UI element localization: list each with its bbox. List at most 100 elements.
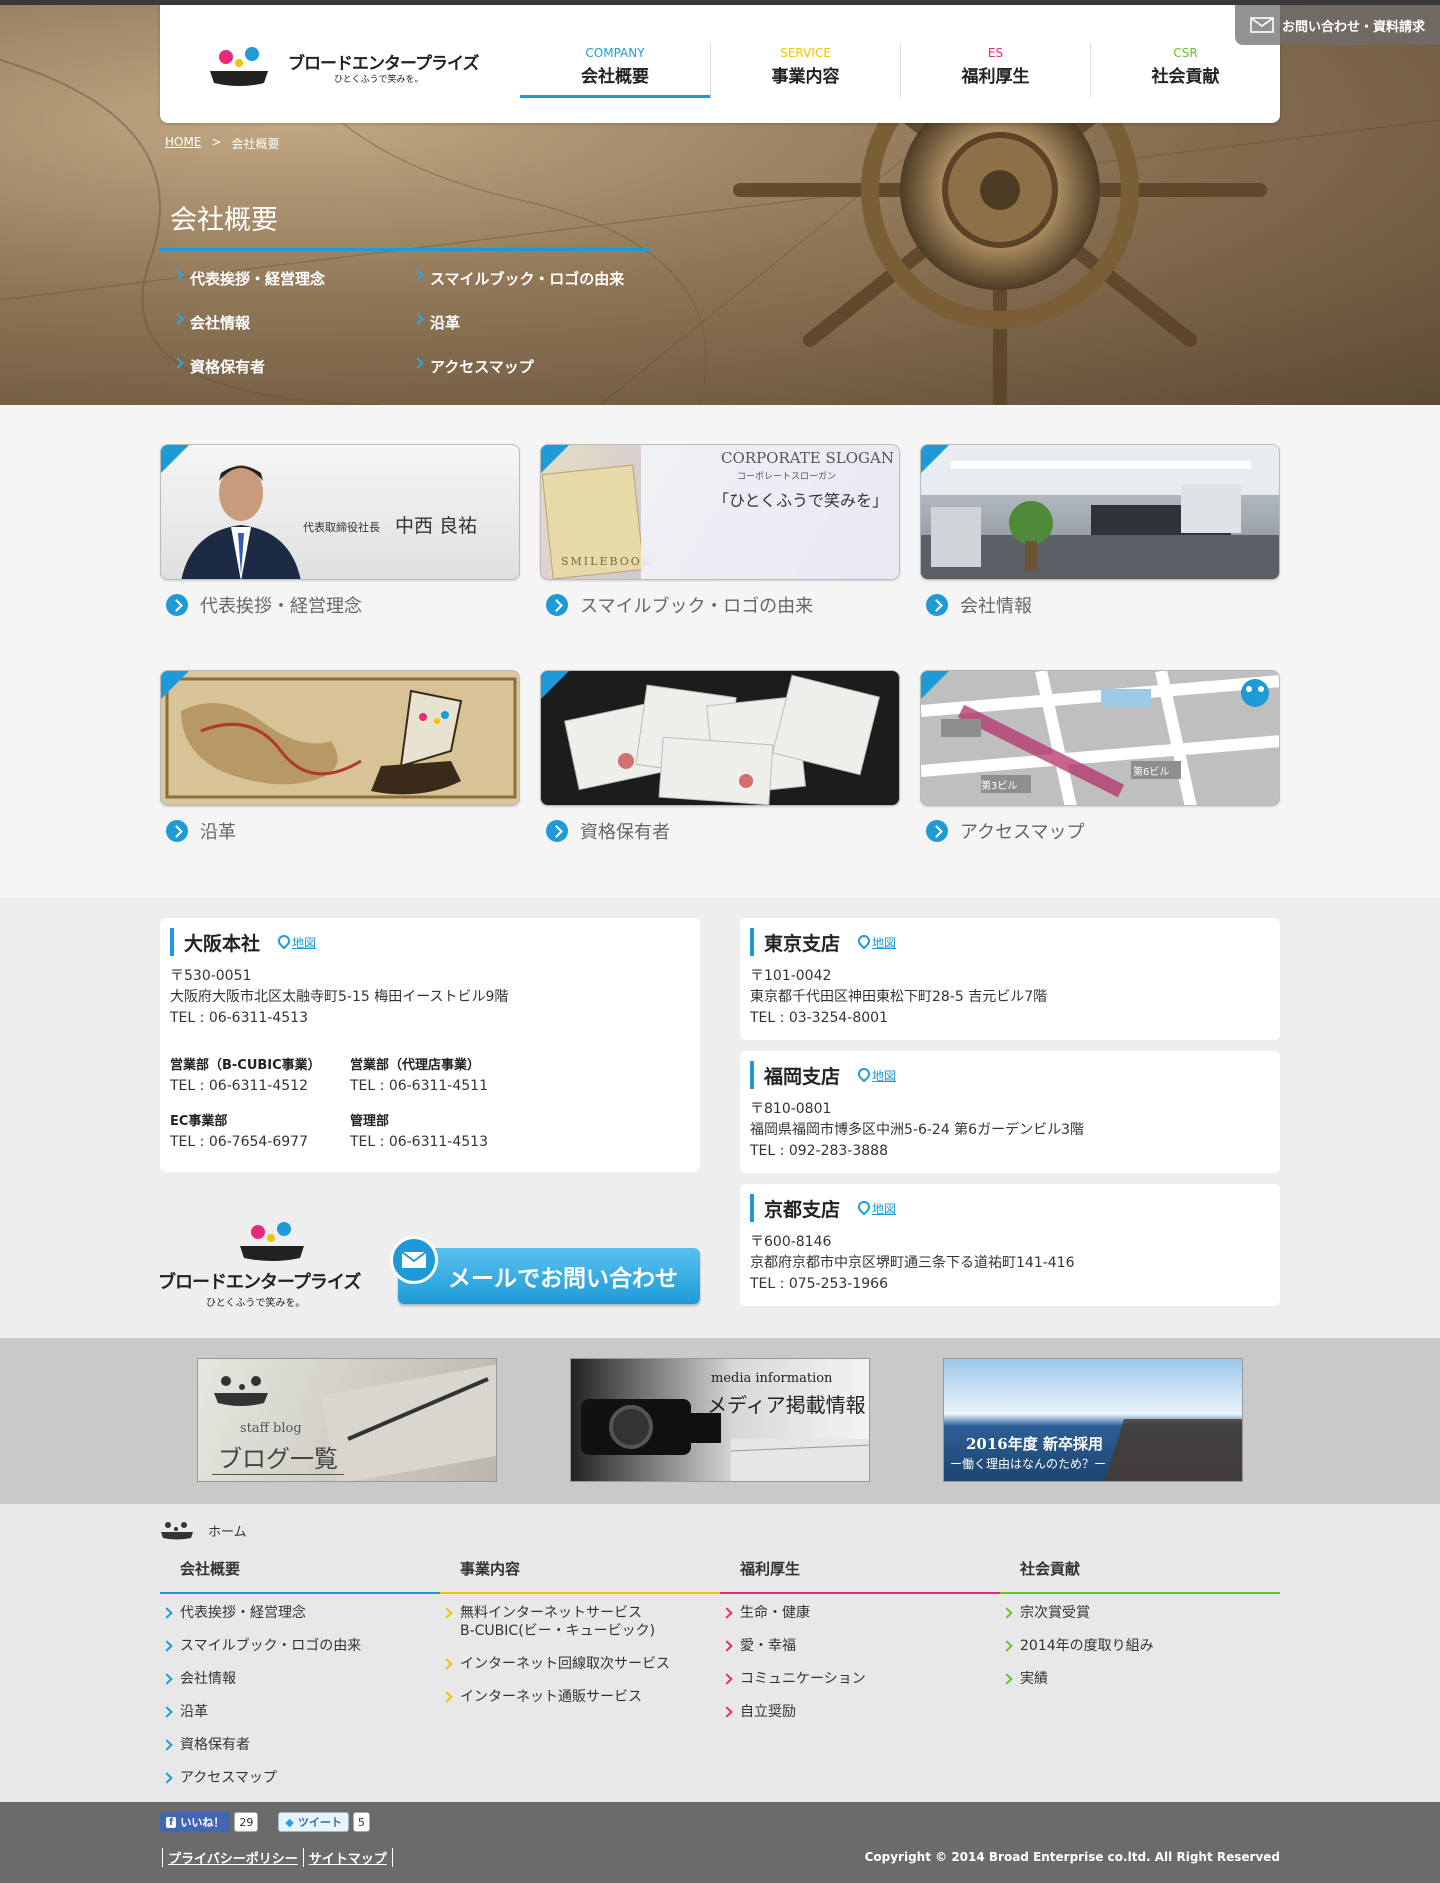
- tile-smilebook-image: SMILEBOOK CORPORATE SLOGAN コーポレートスローガン 「…: [540, 444, 900, 580]
- office-tokyo-body: 〒101-0042 東京都千代田区神田東松下町28-5 吉元ビル7階 TEL :…: [750, 966, 1270, 1029]
- tile-qualified-label[interactable]: 資格保有者: [546, 818, 670, 844]
- dept-name: 管理部: [350, 1114, 390, 1129]
- footer-col-service-head[interactable]: 事業内容: [440, 1558, 720, 1594]
- footer-col-es-head[interactable]: 福利厚生: [720, 1558, 1000, 1594]
- office-tokyo-map-link[interactable]: 地図: [858, 934, 896, 951]
- tile-smilebook[interactable]: SMILEBOOK CORPORATE SLOGAN コーポレートスローガン 「…: [540, 444, 900, 617]
- footer-home-link[interactable]: ホーム: [160, 1520, 247, 1540]
- tile-access[interactable]: 第3ビル 第6ビル アクセスマップ: [920, 670, 1280, 843]
- footer-link[interactable]: インターネット回線取次サービス: [440, 1655, 720, 1673]
- envelope-icon: [1250, 17, 1274, 33]
- contact-request-label: お問い合わせ・資料請求: [1281, 19, 1425, 35]
- tile-history-label[interactable]: 沿革: [166, 818, 236, 844]
- arrow-right-icon: [926, 820, 948, 842]
- tile-smilebook-label[interactable]: スマイルブック・ロゴの由来: [546, 592, 813, 618]
- tile-qualified-text: 資格保有者: [580, 822, 670, 843]
- tile-greeting-label[interactable]: 代表挨拶・経営理念: [166, 592, 362, 618]
- footer-link[interactable]: アクセスマップ: [160, 1769, 440, 1787]
- main-nav: COMPANY 会社概要 SERVICE 事業内容 ES 福利厚生 CSR 社会…: [520, 43, 1280, 98]
- ceo-name: 中西 良祐: [395, 515, 478, 537]
- nav-company[interactable]: COMPANY 会社概要: [520, 43, 710, 98]
- banner-recruit[interactable]: 2016年度 新卒採用 ー働く理由はなんのため？ー: [943, 1358, 1243, 1482]
- contact-request-button[interactable]: お問い合わせ・資料請求: [1235, 5, 1440, 45]
- nav-csr[interactable]: CSR 社会貢献: [1090, 43, 1280, 98]
- dept-item: EC事業部 TEL : 06-7654-6977: [170, 1111, 350, 1153]
- tile-access-image: 第3ビル 第6ビル: [920, 670, 1280, 806]
- footer-link[interactable]: 愛・幸福: [720, 1637, 1000, 1655]
- slogan-heading-jp: コーポレートスローガン: [737, 472, 837, 482]
- site-logo[interactable]: ブロードエンタープライズ ひとくふうで笑みを。: [204, 43, 504, 93]
- footer-col-csr-head[interactable]: 社会貢献: [1000, 1558, 1280, 1594]
- tile-history[interactable]: 沿革: [160, 670, 520, 843]
- mail-contact-label: メールでお問い合わせ: [448, 1266, 678, 1292]
- office-fukuoka-map-link[interactable]: 地図: [858, 1067, 896, 1084]
- footer-logo[interactable]: ブロードエンタープライズ ひとくふうで笑みを。: [158, 1218, 368, 1310]
- footer-link[interactable]: 自立奨励: [720, 1703, 1000, 1721]
- office-osaka-header: 大阪本社 地図: [170, 928, 690, 956]
- dept-tel: TEL : 06-6311-4512: [170, 1078, 308, 1094]
- slogan-heading: CORPORATE SLOGAN: [721, 449, 894, 467]
- footer-link[interactable]: インターネット通販サービス: [440, 1688, 720, 1706]
- office-osaka-address: 大阪府大阪市北区太融寺町5-15 梅田イーストビル9階: [170, 989, 509, 1005]
- tile-qualified[interactable]: 資格保有者: [540, 670, 900, 843]
- footer-col-company-head[interactable]: 会社概要: [160, 1558, 440, 1594]
- footer-link[interactable]: コミュニケーション: [720, 1670, 1000, 1688]
- office-tokyo-name: 東京支店: [764, 932, 841, 955]
- tile-history-text: 沿革: [200, 822, 236, 843]
- tweet-count: 5: [352, 1812, 370, 1832]
- recruit-banner-sub: ー働く理由はなんのため？ー: [950, 1457, 1107, 1471]
- dept-tel: TEL : 06-7654-6977: [170, 1134, 308, 1150]
- tile-company-info-label[interactable]: 会社情報: [926, 592, 1032, 618]
- subnav-smilebook[interactable]: スマイルブック・ロゴの由来: [412, 268, 624, 289]
- footer-link[interactable]: 宗次賞受賞: [1000, 1604, 1280, 1622]
- tile-corner: [921, 445, 949, 473]
- footer-link[interactable]: 会社情報: [160, 1670, 440, 1688]
- subnav-history[interactable]: 沿革: [412, 312, 460, 333]
- logo-wordmark: ブロードエンタープライズ: [288, 54, 479, 74]
- dept-item: 営業部（B-CUBIC事業） TEL : 06-6311-4512: [170, 1055, 350, 1097]
- office-photo: [921, 445, 1279, 579]
- tweet-label: ツイート: [297, 1816, 342, 1829]
- footer-link[interactable]: 生命・健康: [720, 1604, 1000, 1622]
- privacy-policy-link[interactable]: プライバシーポリシー: [162, 1848, 303, 1867]
- footer-link[interactable]: 沿革: [160, 1703, 440, 1721]
- footer-link[interactable]: 資格保有者: [160, 1736, 440, 1754]
- footer-link[interactable]: スマイルブック・ロゴの由来: [160, 1637, 440, 1655]
- footer-link[interactable]: 無料インターネットサービス B-CUBIC(ビー・キュービック): [440, 1604, 720, 1640]
- tile-access-label[interactable]: アクセスマップ: [926, 818, 1085, 844]
- tweet-button[interactable]: ◆ ツイート: [278, 1812, 349, 1832]
- subnav-access[interactable]: アクセスマップ: [412, 356, 534, 377]
- subnav-company-info[interactable]: 会社情報: [172, 312, 250, 333]
- subnav-qualified[interactable]: 資格保有者: [172, 356, 265, 377]
- nav-service[interactable]: SERVICE 事業内容: [710, 43, 900, 98]
- tile-company-info[interactable]: 会社情報: [920, 444, 1280, 617]
- logo-small-icon: [161, 1522, 193, 1540]
- office-osaka-departments: 営業部（B-CUBIC事業） TEL : 06-6311-4512 営業部（代理店…: [170, 1055, 690, 1153]
- office-kyoto-map-link[interactable]: 地図: [858, 1200, 896, 1217]
- office-fukuoka-address: 福岡県福岡市博多区中洲5-6-24 第6ガーデンビル3階: [750, 1122, 1084, 1138]
- arrow-right-icon: [546, 594, 568, 616]
- office-osaka-name: 大阪本社: [184, 932, 261, 955]
- footer-link[interactable]: 2014年の度取り組み: [1000, 1637, 1280, 1655]
- tile-company-info-image: [920, 444, 1280, 580]
- nav-es[interactable]: ES 福利厚生: [900, 43, 1090, 98]
- office-osaka-map-link[interactable]: 地図: [278, 934, 316, 951]
- breadcrumb-home[interactable]: HOME: [165, 135, 201, 152]
- nav-es-label: 福利厚生: [961, 67, 1030, 87]
- footer-link[interactable]: 代表挨拶・経営理念: [160, 1604, 440, 1622]
- nav-company-en: COMPANY: [585, 46, 645, 60]
- footer-link[interactable]: 実績: [1000, 1670, 1280, 1688]
- banner-media[interactable]: media information メディア掲載情報: [570, 1358, 870, 1482]
- banner-blog[interactable]: staff blog ブログ一覧: [197, 1358, 497, 1482]
- mail-contact-button[interactable]: メールでお問い合わせ: [398, 1248, 700, 1304]
- tile-history-image: [160, 670, 520, 806]
- recruit-banner-title: 2016年度 新卒採用: [966, 1435, 1103, 1453]
- facebook-icon: f: [166, 1816, 177, 1828]
- sitemap-link[interactable]: サイトマップ: [302, 1848, 393, 1867]
- tile-greeting[interactable]: 代表取締役社長 中西 良祐 代表挨拶・経営理念: [160, 444, 520, 617]
- subnav-greeting[interactable]: 代表挨拶・経営理念: [172, 268, 325, 289]
- map-building-label: 第3ビル: [981, 781, 1018, 792]
- slogan-quote: 「ひとくふうで笑みを」: [713, 491, 889, 510]
- office-kyoto-zip: 〒600-8146: [750, 1234, 832, 1250]
- facebook-like-button[interactable]: f いいね！: [160, 1812, 231, 1832]
